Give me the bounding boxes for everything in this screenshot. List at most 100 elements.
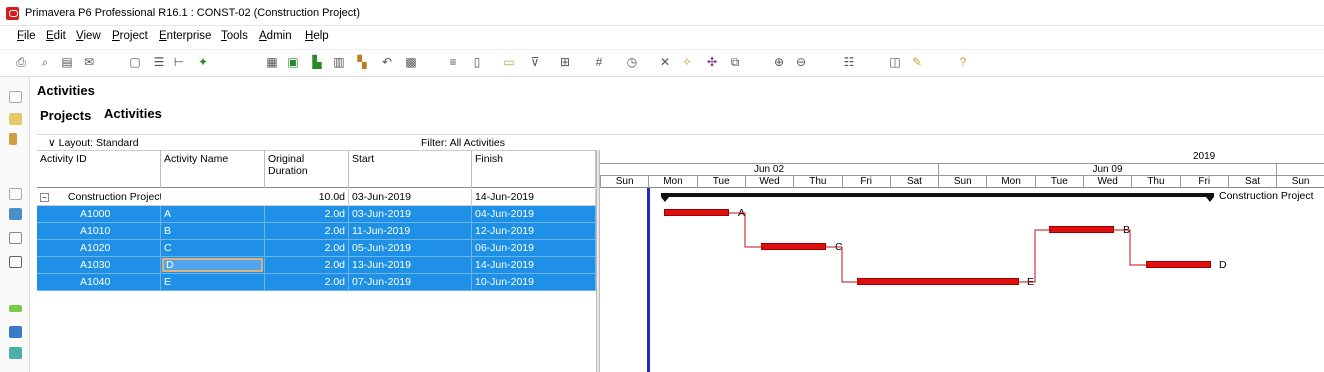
- histogram-icon[interactable]: ▙: [310, 56, 324, 69]
- activity-duration[interactable]: 2.0d: [265, 257, 349, 274]
- timescale-day: Tue: [1034, 176, 1083, 188]
- activity-finish[interactable]: 10-Jun-2019: [472, 274, 596, 291]
- wbs-row[interactable]: − Construction Project 10.0d 03-Jun-2019…: [37, 189, 596, 206]
- print-icon[interactable]: ⎙: [14, 56, 28, 69]
- filter-green-icon[interactable]: ✦: [196, 56, 210, 69]
- zoom-in-icon[interactable]: ⊕: [772, 56, 786, 69]
- activity-duration[interactable]: 2.0d: [265, 240, 349, 257]
- send-icon[interactable]: ✉: [82, 56, 96, 69]
- print-preview-icon[interactable]: ⌕: [38, 56, 52, 69]
- link-b-d: [1114, 229, 1146, 266]
- group-sort-icon[interactable]: ▭: [502, 56, 516, 69]
- column-header-activity-id[interactable]: Activity ID: [37, 150, 161, 188]
- activity-finish[interactable]: 04-Jun-2019: [472, 206, 596, 223]
- layout-label[interactable]: ∨ Layout: Standard: [48, 137, 139, 149]
- activity-duration[interactable]: 2.0d: [265, 206, 349, 223]
- arrow-icon: [1049, 227, 1053, 233]
- hash-icon[interactable]: #: [592, 56, 606, 69]
- timescale-day: Thu: [1131, 176, 1179, 188]
- menu-project[interactable]: Project: [112, 30, 148, 42]
- menu-view[interactable]: View: [76, 30, 101, 42]
- tab-projects[interactable]: Projects: [40, 108, 91, 123]
- column-header-finish[interactable]: Finish: [472, 150, 596, 188]
- timescale-day: Mon: [986, 176, 1034, 188]
- resource-icon[interactable]: ▚: [355, 56, 369, 69]
- table-row[interactable]: A1030 D 2.0d 13-Jun-2019 14-Jun-2019: [37, 257, 596, 274]
- table-row[interactable]: A1040 E 2.0d 07-Jun-2019 10-Jun-2019: [37, 274, 596, 291]
- tab-activities[interactable]: Activities: [104, 106, 162, 121]
- spreadsheet-icon[interactable]: ▥: [332, 56, 346, 69]
- filter-label[interactable]: Filter: All Activities: [421, 137, 505, 149]
- team-icon[interactable]: [9, 347, 22, 359]
- link-e-b: [1019, 229, 1049, 283]
- menu-admin[interactable]: Admin: [259, 30, 292, 42]
- bars-icon[interactable]: ≡: [446, 56, 460, 69]
- activity-start[interactable]: 11-Jun-2019: [349, 223, 472, 240]
- timescale-week-2: Jun 09: [938, 164, 1276, 176]
- chevron-down-icon: ∨: [48, 137, 59, 149]
- table-row[interactable]: A1000 A 2.0d 03-Jun-2019 04-Jun-2019: [37, 206, 596, 223]
- activity-duration[interactable]: 2.0d: [265, 274, 349, 291]
- activity-name-editor[interactable]: D: [162, 258, 263, 272]
- wbs-icon[interactable]: [9, 326, 22, 338]
- store-period-icon[interactable]: ✧: [680, 56, 694, 69]
- page-setup-icon[interactable]: ▤: [60, 56, 74, 69]
- menu-file[interactable]: File: [17, 30, 36, 42]
- activity-start[interactable]: 03-Jun-2019: [349, 206, 472, 223]
- activity-start[interactable]: 07-Jun-2019: [349, 274, 472, 291]
- level-icon[interactable]: ✕: [658, 56, 672, 69]
- table-row[interactable]: A1020 C 2.0d 05-Jun-2019 06-Jun-2019: [37, 240, 596, 257]
- activity-name[interactable]: A: [161, 206, 265, 223]
- report-icon[interactable]: [9, 256, 22, 268]
- filter-icon[interactable]: ⊽: [528, 56, 542, 69]
- layout-icon[interactable]: ▢: [128, 56, 142, 69]
- user-icon[interactable]: [9, 208, 22, 220]
- activity-name-cell[interactable]: D: [161, 257, 265, 274]
- help-icon[interactable]: ?: [956, 56, 970, 69]
- arrow-icon: [761, 244, 765, 250]
- menu-tools[interactable]: Tools: [221, 30, 248, 42]
- activity-id: A1000: [37, 206, 161, 223]
- collapse-icon[interactable]: −: [40, 192, 49, 202]
- activity-finish[interactable]: 12-Jun-2019: [472, 223, 596, 240]
- column-header-original-duration[interactable]: Original Duration: [265, 150, 349, 188]
- activity-name[interactable]: E: [161, 274, 265, 291]
- report-icon[interactable]: ▦: [265, 56, 279, 69]
- column-header-activity-name[interactable]: Activity Name: [161, 150, 265, 188]
- chart-icon[interactable]: ▣: [286, 56, 300, 69]
- tree-icon[interactable]: ⊢: [172, 56, 186, 69]
- folder-icon[interactable]: [9, 113, 22, 125]
- columns-toggle-icon[interactable]: ▯: [470, 56, 484, 69]
- assign-icon[interactable]: ⧉: [728, 56, 742, 69]
- notes-icon[interactable]: ✎: [910, 56, 924, 69]
- table-icon[interactable]: ⊞: [558, 56, 572, 69]
- link-icon[interactable]: ✣: [705, 56, 719, 69]
- table-row[interactable]: A1010 B 2.0d 11-Jun-2019 12-Jun-2019: [37, 223, 596, 240]
- menu-edit[interactable]: Edit: [46, 30, 66, 42]
- document-icon[interactable]: [9, 188, 22, 200]
- activity-name[interactable]: B: [161, 223, 265, 240]
- activity-name[interactable]: C: [161, 240, 265, 257]
- activity-finish[interactable]: 06-Jun-2019: [472, 240, 596, 257]
- activity-finish[interactable]: 14-Jun-2019: [472, 257, 596, 274]
- schedule-icon[interactable]: ◷: [625, 56, 639, 69]
- activity-start[interactable]: 05-Jun-2019: [349, 240, 472, 257]
- undo-icon[interactable]: ↶: [380, 56, 394, 69]
- add-icon[interactable]: [9, 91, 22, 103]
- resources-icon[interactable]: [9, 305, 22, 312]
- bookmark-icon[interactable]: [9, 133, 17, 145]
- arrow-icon: [857, 279, 861, 285]
- menu-help[interactable]: Help: [305, 30, 329, 42]
- zoom-out-icon[interactable]: ⊖: [794, 56, 808, 69]
- activity-id: A1020: [37, 240, 161, 257]
- columns-icon[interactable]: ☰: [152, 56, 166, 69]
- print-layout-icon[interactable]: ▩: [404, 56, 418, 69]
- column-header-start[interactable]: Start: [349, 150, 472, 188]
- sheet-icon[interactable]: [9, 232, 22, 244]
- menu-enterprise[interactable]: Enterprise: [159, 30, 211, 42]
- split-view-icon[interactable]: ☷: [842, 56, 856, 69]
- activity-duration[interactable]: 2.0d: [265, 223, 349, 240]
- panel-icon[interactable]: ◫: [888, 56, 902, 69]
- timescale-day: Mon: [648, 176, 696, 188]
- activity-start[interactable]: 13-Jun-2019: [349, 257, 472, 274]
